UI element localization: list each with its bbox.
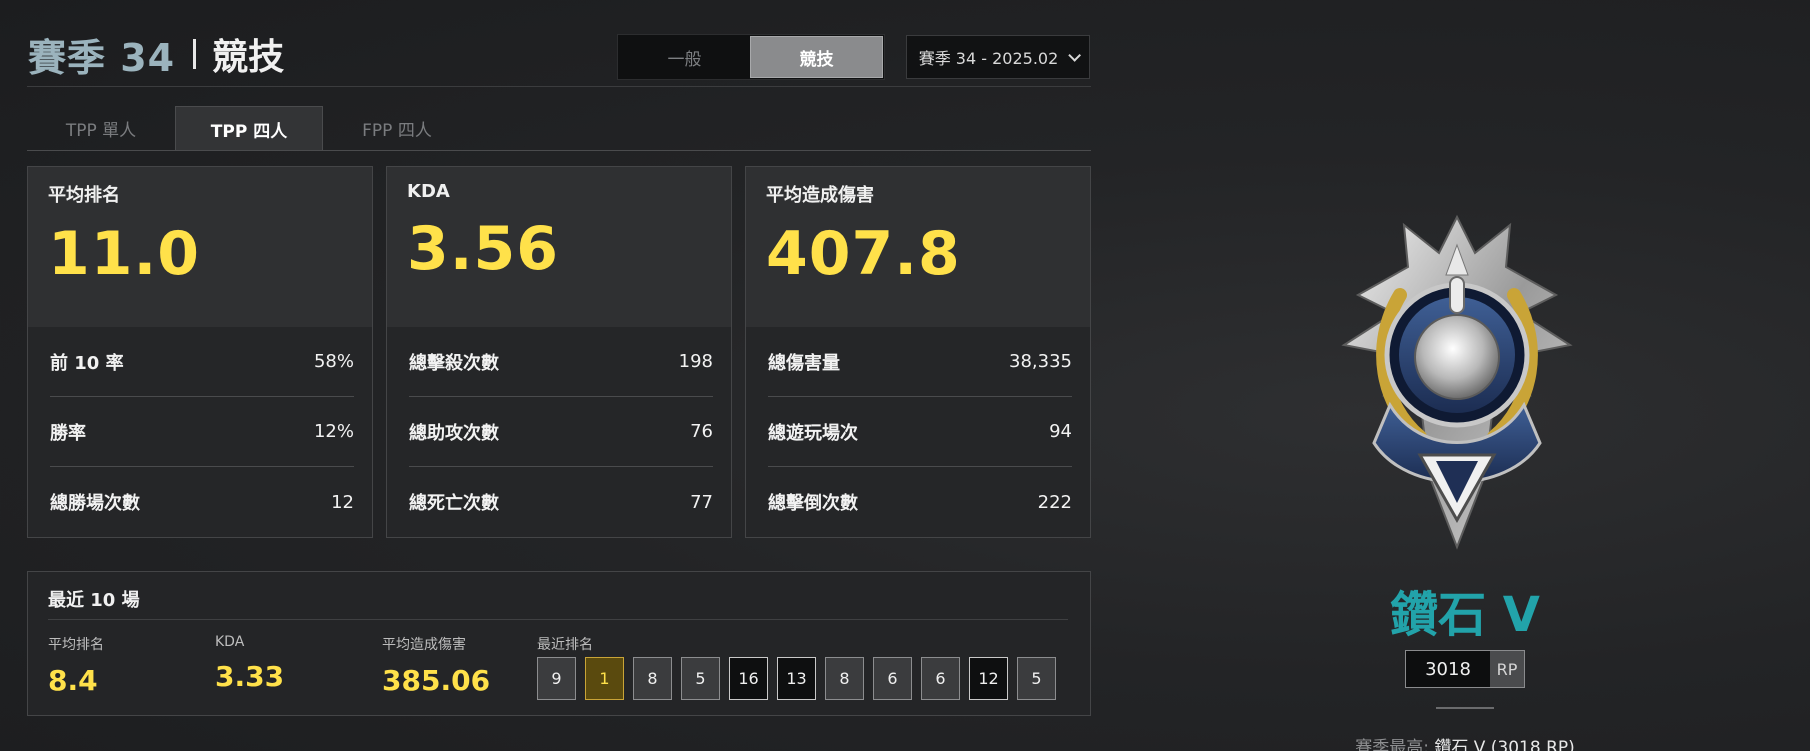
recent-kda: KDA 3.33: [215, 634, 284, 693]
kda-card: KDA 3.56 總擊殺次數 198 總助攻次數 76 總死亡次數 77: [386, 166, 732, 538]
chevron-down-icon: [1068, 48, 1082, 62]
stat-label: 前 10 率: [50, 352, 124, 374]
recent-stat-value: 8.4: [48, 664, 98, 697]
recent-rank-chip[interactable]: 8: [633, 657, 672, 700]
tab-tpp-squad[interactable]: TPP 四人: [175, 106, 323, 151]
queue-tabs: TPP 單人 TPP 四人 FPP 四人: [27, 106, 1091, 151]
stat-label: 總遊玩場次: [768, 422, 858, 444]
stat-row: 總助攻次數 76: [409, 397, 713, 467]
recent-rank-chip[interactable]: 13: [777, 657, 816, 700]
mode-title: 競技: [212, 37, 285, 78]
stat-value: 76: [690, 421, 713, 442]
card-header: KDA 3.56: [387, 167, 731, 327]
mode-option-normal[interactable]: 一般: [619, 36, 750, 78]
recent-avg-rank: 平均排名 8.4: [48, 634, 104, 697]
stat-value: 198: [678, 351, 713, 372]
season-best-label: 賽季最高:: [1355, 738, 1429, 751]
tab-tpp-solo[interactable]: TPP 單人: [27, 106, 175, 151]
recent-stat-label: 平均造成傷害: [382, 637, 466, 653]
card-value: 11.0: [48, 219, 201, 289]
recent-stat-value: 385.06: [382, 664, 491, 697]
recent-rank-chip[interactable]: 6: [921, 657, 960, 700]
recent-rank-chip[interactable]: 5: [1017, 657, 1056, 700]
title-divider: [193, 39, 197, 69]
stat-row: 總傷害量 38,335: [768, 327, 1072, 397]
recent-stat-label: 平均排名: [48, 637, 104, 653]
card-rows: 前 10 率 58% 勝率 12% 總勝場次數 12: [28, 327, 372, 537]
header-divider: [27, 86, 1091, 87]
recent-rank-chip[interactable]: 8: [825, 657, 864, 700]
stat-label: 總傷害量: [768, 352, 840, 374]
card-rows: 總傷害量 38,335 總遊玩場次 94 總擊倒次數 222: [746, 327, 1090, 537]
tier-emblem-icon: [1270, 205, 1650, 565]
avg-damage-card: 平均造成傷害 407.8 總傷害量 38,335 總遊玩場次 94 總擊倒次數 222: [745, 166, 1091, 538]
stat-value: 58%: [313, 351, 354, 372]
recent-rank-chip[interactable]: 1: [585, 657, 624, 700]
recent-avg-damage: 平均造成傷害 385.06: [382, 634, 490, 697]
stat-value: 77: [690, 491, 713, 513]
recent-rank-chip[interactable]: 9: [537, 657, 576, 700]
stat-label: 總擊倒次數: [768, 493, 858, 514]
stat-value: 94: [1049, 421, 1072, 442]
stat-row: 總遊玩場次 94: [768, 397, 1072, 467]
recent-ranks-label-wrap: 最近排名: [537, 634, 593, 654]
stat-row: 總死亡次數 77: [409, 467, 713, 537]
recent-stat-value: 3.33: [215, 660, 285, 693]
stat-row: 前 10 率 58%: [50, 327, 354, 397]
stat-label: 總助攻次數: [409, 422, 499, 444]
stat-value: 12%: [313, 421, 354, 442]
stat-label: 總勝場次數: [50, 493, 140, 514]
recent-title: 最近 10 場: [48, 590, 140, 611]
tab-fpp-squad[interactable]: FPP 四人: [323, 106, 471, 151]
card-label: 平均排名: [48, 185, 120, 206]
stat-row: 總勝場次數 12: [50, 467, 354, 537]
card-header: 平均造成傷害 407.8: [746, 167, 1090, 327]
page-title: 賽季 34 競技: [28, 28, 284, 80]
stat-label: 勝率: [50, 422, 86, 444]
avg-rank-card: 平均排名 11.0 前 10 率 58% 勝率 12% 總勝場次數 12: [27, 166, 373, 538]
recent-rank-chip[interactable]: 5: [681, 657, 720, 700]
stat-value: 222: [1037, 491, 1072, 513]
card-value: 407.8: [766, 219, 961, 289]
card-header: 平均排名 11.0: [28, 167, 372, 327]
card-value: 3.56: [407, 214, 560, 284]
mode-toggle: 一般 競技: [617, 34, 885, 80]
stat-label: 總擊殺次數: [409, 352, 499, 374]
season-dropdown[interactable]: 賽季 34 - 2025.02: [906, 35, 1090, 79]
rank-points-unit: RP: [1490, 651, 1524, 687]
recent-ranks-label: 最近排名: [537, 637, 593, 653]
stat-row: 勝率 12%: [50, 397, 354, 467]
card-rows: 總擊殺次數 198 總助攻次數 76 總死亡次數 77: [387, 327, 731, 537]
recent-rank-chip[interactable]: 12: [969, 657, 1008, 700]
mode-option-ranked[interactable]: 競技: [750, 36, 883, 78]
stat-row: 總擊倒次數 222: [768, 467, 1072, 537]
season-best-value: 鑽石 V (3018 RP): [1434, 738, 1575, 751]
stat-value: 12: [331, 491, 354, 513]
recent-rank-chip[interactable]: 16: [729, 657, 768, 700]
tier-divider: [1436, 707, 1494, 709]
stat-row: 總擊殺次數 198: [409, 327, 713, 397]
tier-name: 鑽石 V: [1390, 587, 1540, 643]
tabs-divider: [27, 150, 1091, 151]
recent-divider: [48, 619, 1068, 620]
recent-matches-panel: 最近 10 場 平均排名 8.4 KDA 3.33 平均造成傷害 385.06 …: [27, 571, 1091, 716]
stat-label: 總死亡次數: [409, 493, 499, 514]
rank-points-value: 3018: [1406, 651, 1490, 687]
card-label: 平均造成傷害: [766, 185, 874, 206]
recent-ranks-list: 9 1 8 5 16 13 8 6 6 12 5: [537, 657, 1056, 700]
season-best: 賽季最高: 鑽石 V (3018 RP): [1280, 733, 1650, 751]
rank-points-badge: 3018 RP: [1405, 650, 1525, 688]
recent-stat-label: KDA: [215, 634, 245, 650]
recent-rank-chip[interactable]: 6: [873, 657, 912, 700]
card-label: KDA: [407, 181, 450, 202]
season-title: 賽季 34: [28, 35, 176, 80]
season-dropdown-value: 賽季 34 - 2025.02: [918, 49, 1059, 68]
stat-value: 38,335: [1009, 351, 1072, 372]
